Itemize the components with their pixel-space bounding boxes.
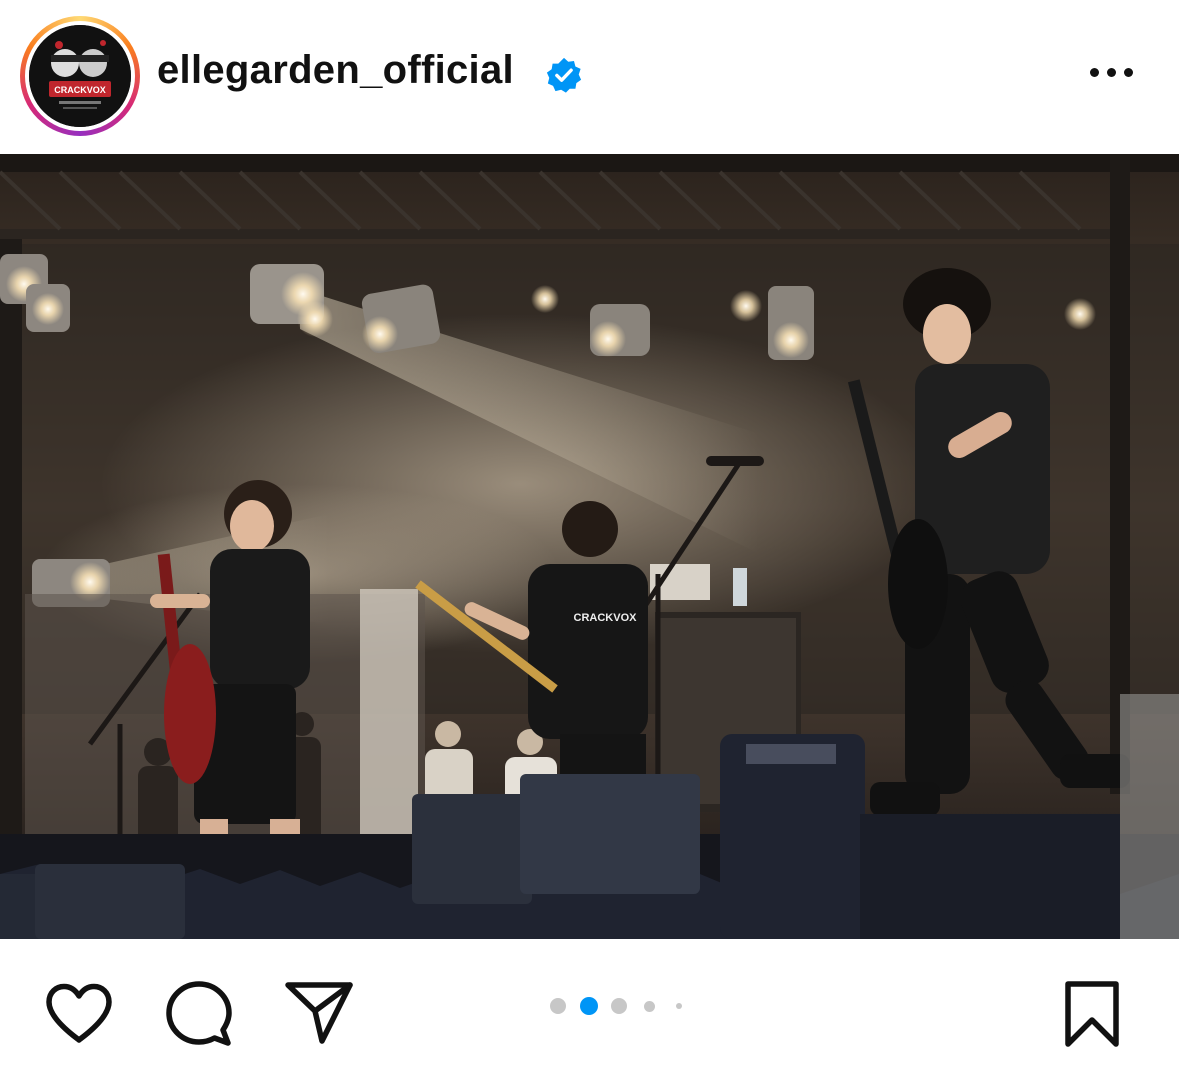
concert-stage-photo: CRACKVOX xyxy=(0,154,1179,939)
carousel-dot xyxy=(644,1001,655,1012)
verified-badge-icon xyxy=(546,57,582,93)
carousel-dot xyxy=(676,1003,682,1009)
story-ring[interactable]: CRACKVOX xyxy=(20,16,140,136)
avatar[interactable]: CRACKVOX xyxy=(29,25,131,127)
bookmark-icon[interactable] xyxy=(1064,980,1120,1048)
more-options-icon[interactable] xyxy=(1086,58,1138,88)
comment-icon[interactable] xyxy=(165,980,233,1048)
avatar-logo-text: CRACKVOX xyxy=(54,85,106,95)
carousel-indicator xyxy=(548,996,688,1016)
carousel-dot xyxy=(550,998,566,1014)
carousel-dot-active xyxy=(580,997,598,1015)
like-heart-icon[interactable] xyxy=(43,982,115,1046)
shirt-logo-text: CRACKVOX xyxy=(574,612,638,624)
share-icon[interactable] xyxy=(284,980,354,1046)
carousel-dot xyxy=(611,998,627,1014)
post-header: CRACKVOX ellegarden_official xyxy=(0,0,1179,152)
username[interactable]: ellegarden_official xyxy=(157,48,514,93)
post-photo[interactable]: CRACKVOX xyxy=(0,154,1179,939)
